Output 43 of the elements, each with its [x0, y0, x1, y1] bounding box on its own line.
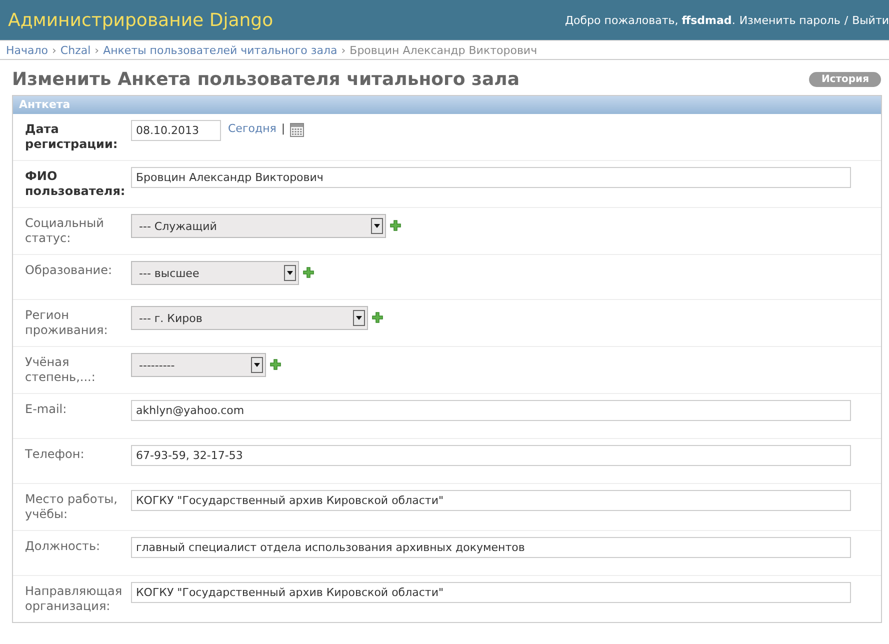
field-label: Социальный статус:: [25, 215, 105, 246]
separator-text: /: [844, 14, 848, 26]
breadcrumb-separator: ›: [341, 44, 346, 56]
field-label: Регион проживания:: [25, 307, 109, 338]
field-label: Дата регистрации:: [25, 121, 119, 152]
fieldset-header: Анткета: [13, 96, 881, 114]
welcome-text: Добро пожаловать, ffsdmad.: [564, 14, 736, 26]
field-label: E-mail:: [25, 401, 68, 418]
select-dropdown[interactable]: --- г. Киров: [131, 306, 368, 330]
text-field[interactable]: akhlyn@yahoo.com: [131, 400, 851, 421]
text-field[interactable]: Бровцин Александр Викторович: [131, 167, 851, 188]
breadcrumb-link[interactable]: Начало: [6, 44, 48, 56]
text-field[interactable]: главный специалист отдела использования архивных документов: [131, 537, 851, 558]
select-dropdown[interactable]: --- высшее: [131, 261, 299, 285]
breadcrumb-link[interactable]: Анкеты пользователей читального зала: [103, 44, 338, 56]
today-link[interactable]: Сегодня: [228, 120, 276, 135]
select-dropdown[interactable]: ---------: [131, 353, 266, 377]
site-title: Администрирование Django: [8, 10, 274, 30]
breadcrumb-current: Бровцин Александр Викторович: [350, 44, 538, 56]
separator-text: |: [281, 121, 286, 135]
add-icon[interactable]: [270, 359, 281, 370]
field-label: Учёная степень,...:: [25, 354, 96, 385]
field-label: ФИО пользователя:: [25, 168, 126, 199]
breadcrumb-separator: ›: [94, 44, 100, 56]
text-field[interactable]: КОГКУ "Государственный архив Кировской области": [131, 582, 851, 603]
breadcrumb-link[interactable]: Chzal: [60, 44, 91, 56]
add-icon[interactable]: [372, 312, 383, 323]
field-label: Должность:: [25, 538, 102, 555]
add-icon[interactable]: [303, 267, 314, 278]
field-label: Место работы, учёбы:: [25, 491, 118, 522]
select-dropdown[interactable]: --- Служащий: [131, 214, 386, 238]
breadcrumb-separator: ›: [52, 44, 56, 56]
add-icon[interactable]: [390, 220, 401, 231]
page-title: Изменить Анкета пользователя читального зала: [12, 69, 520, 90]
field-label: Образование:: [25, 262, 114, 279]
calendar-icon[interactable]: [290, 123, 304, 137]
field-label: Направляющая организация:: [25, 583, 124, 614]
text-field[interactable]: 67-93-59, 32-17-53: [131, 445, 851, 466]
user-link[interactable]: Выйти: [852, 14, 889, 26]
date-field[interactable]: 08.10.2013: [131, 120, 221, 141]
field-label: Телефон:: [25, 446, 86, 463]
text-field[interactable]: КОГКУ "Государственный архив Кировской области": [131, 490, 851, 511]
user-link[interactable]: Изменить пароль: [739, 14, 840, 26]
